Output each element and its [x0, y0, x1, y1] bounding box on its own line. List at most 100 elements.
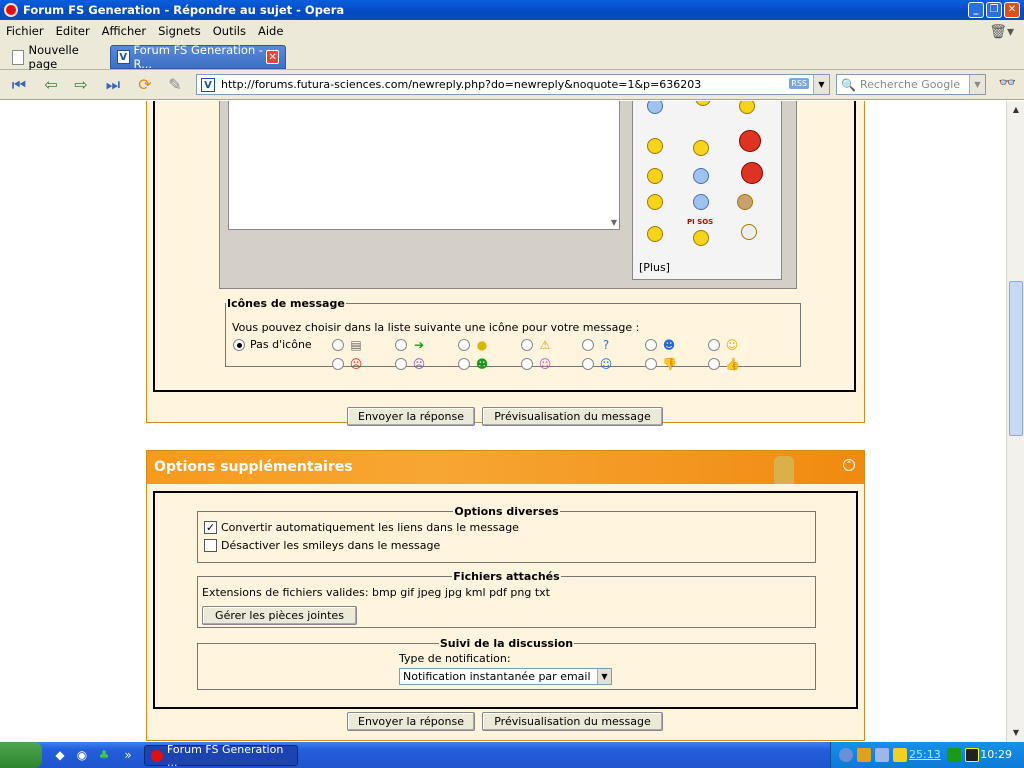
radio-icon-arrow[interactable] — [395, 339, 407, 351]
radio-icon-lightbulb[interactable] — [458, 339, 470, 351]
smiley-icon[interactable] — [741, 162, 763, 184]
attachments-legend: Fichiers attachés — [453, 570, 560, 583]
smiley-icon[interactable] — [647, 138, 663, 154]
restore-button[interactable]: ❐ — [986, 2, 1002, 18]
submit-reply-button-bottom[interactable]: Envoyer la réponse — [347, 712, 475, 731]
radio-icon-cool[interactable] — [645, 339, 657, 351]
quicklaunch-icon[interactable]: ◆ — [52, 747, 68, 763]
radio-no-icon[interactable] — [233, 339, 245, 351]
scrollbar-thumb[interactable] — [1009, 281, 1023, 436]
back-icon[interactable]: ⇦ — [40, 75, 62, 95]
menu-outils[interactable]: Outils — [213, 24, 252, 38]
preview-message-button-bottom[interactable]: Prévisualisation du message — [482, 712, 663, 731]
tree-icon[interactable]: ♣ — [96, 747, 112, 763]
radio-icon-smile[interactable] — [708, 339, 720, 351]
more-smilies-link[interactable]: [Plus] — [639, 261, 670, 274]
forward-icon[interactable]: ⇨ — [70, 75, 92, 95]
sad-icon: ☹ — [412, 357, 426, 371]
smiley-icon[interactable] — [737, 194, 753, 210]
address-dropdown-icon[interactable]: ▼ — [813, 75, 829, 94]
menu-afficher[interactable]: Afficher — [102, 24, 152, 38]
fast-forward-icon[interactable]: ⏭ — [102, 75, 124, 95]
reload-icon[interactable]: ⟳ — [134, 75, 156, 95]
no-icon-label: Pas d'icône — [250, 338, 312, 351]
smiley-icon[interactable] — [739, 101, 755, 114]
radio-icon-wink[interactable] — [582, 358, 594, 370]
message-textarea[interactable]: ▼ — [228, 101, 620, 230]
scroll-up-icon[interactable]: ▲ — [1009, 103, 1023, 117]
arrow-icon: ➔ — [413, 338, 425, 352]
smiley-icon[interactable] — [739, 130, 761, 152]
tray-icon[interactable] — [839, 748, 853, 762]
radio-icon-document[interactable] — [332, 339, 344, 351]
minimize-button[interactable]: _ — [968, 2, 984, 18]
tray-icon[interactable] — [857, 748, 871, 762]
close-tab-icon[interactable]: ✕ — [266, 50, 279, 64]
disable-smilies-checkbox[interactable] — [204, 539, 217, 552]
quicklaunch-icon[interactable]: ◉ — [74, 747, 90, 763]
radio-icon-angry[interactable] — [332, 358, 344, 370]
address-field[interactable]: V http://forums.futura-sciences.com/newr… — [196, 74, 830, 95]
manage-attachments-button[interactable]: Gérer les pièces jointes — [202, 606, 357, 625]
smiley-icon[interactable] — [695, 101, 711, 106]
rss-badge[interactable]: RSS — [789, 78, 809, 89]
smiley-icon[interactable] — [693, 168, 709, 184]
menu-signets[interactable]: Signets — [158, 24, 207, 38]
message-icons-description: Vous pouvez choisir dans la liste suivan… — [232, 321, 640, 334]
tray-icon[interactable] — [965, 748, 979, 762]
angry-icon: ☹ — [349, 357, 363, 371]
glasses-icon[interactable]: 👓 — [999, 75, 1016, 91]
radio-icon-thumbs-up[interactable] — [708, 358, 720, 370]
submit-reply-button[interactable]: Envoyer la réponse — [347, 407, 475, 426]
tab-forum[interactable]: V Forum FS Generation - R... ✕ — [110, 43, 286, 71]
smiley-icon[interactable] — [647, 168, 663, 184]
radio-icon-grin[interactable] — [458, 358, 470, 370]
edit-icon[interactable]: ✎ — [164, 75, 186, 95]
chevron-down-icon: ▼ — [597, 669, 611, 684]
scroll-down-icon[interactable]: ▼ — [1009, 726, 1023, 740]
preview-message-button[interactable]: Prévisualisation du message — [482, 407, 663, 426]
tab-new-page[interactable]: Nouvelle page — [6, 43, 106, 71]
search-icon: 🔍 — [841, 77, 856, 92]
search-input[interactable]: 🔍 Recherche Google ▼ — [836, 74, 986, 95]
page-scrollbar[interactable]: ▲ ▼ — [1006, 101, 1024, 742]
thumbs-up-icon: 👍 — [725, 357, 740, 371]
extra-options-panel: Options supplémentaires ⌃ Options divers… — [146, 450, 865, 741]
menu-aide[interactable]: Aide — [258, 24, 289, 38]
wink-icon: ☺ — [599, 357, 613, 371]
taskbar-task-label: Forum FS Generation ... — [166, 742, 284, 768]
happy-icon: ☺ — [538, 357, 552, 371]
warning-tray-icon[interactable] — [893, 748, 907, 762]
smiley-icon[interactable] — [693, 194, 709, 210]
smiley-icon[interactable] — [647, 101, 663, 114]
smiley-icon[interactable] — [693, 230, 709, 246]
radio-icon-happy[interactable] — [521, 358, 533, 370]
radio-icon-thumbs-down[interactable] — [645, 358, 657, 370]
site-favicon: V — [117, 50, 130, 64]
smiley-icon[interactable] — [647, 226, 663, 242]
collapse-icon[interactable]: ⌃ — [843, 459, 855, 471]
smiley-icon[interactable] — [647, 194, 663, 210]
taskbar-task-opera[interactable]: Forum FS Generation ... — [144, 742, 298, 768]
page-icon — [12, 49, 24, 65]
grin-icon: ☻ — [475, 357, 489, 371]
search-dropdown-icon[interactable]: ▼ — [969, 75, 985, 94]
network-icon[interactable] — [875, 748, 889, 762]
smiley-icon[interactable] — [693, 140, 709, 156]
start-button[interactable] — [0, 742, 42, 768]
radio-icon-question[interactable] — [582, 339, 594, 351]
radio-icon-warning[interactable] — [521, 339, 533, 351]
notification-type-select[interactable]: Notification instantanée par email ▼ — [399, 668, 612, 685]
quicklaunch-more-icon[interactable]: » — [120, 747, 136, 763]
radio-icon-sad[interactable] — [395, 358, 407, 370]
convert-links-checkbox[interactable]: ✓ — [204, 521, 217, 534]
trash-icon[interactable]: 🗑▾ — [989, 24, 1014, 40]
menu-fichier[interactable]: Fichier — [6, 24, 50, 38]
textarea-scroll-down-icon[interactable]: ▼ — [611, 218, 617, 227]
tray-icon[interactable] — [947, 748, 961, 762]
rewind-icon[interactable]: ⏮ — [8, 75, 30, 95]
convert-links-label: Convertir automatiquement les liens dans… — [221, 521, 519, 534]
menu-editer[interactable]: Editer — [56, 24, 96, 38]
smiley-icon[interactable] — [741, 224, 757, 240]
close-window-button[interactable]: ✕ — [1004, 2, 1020, 18]
